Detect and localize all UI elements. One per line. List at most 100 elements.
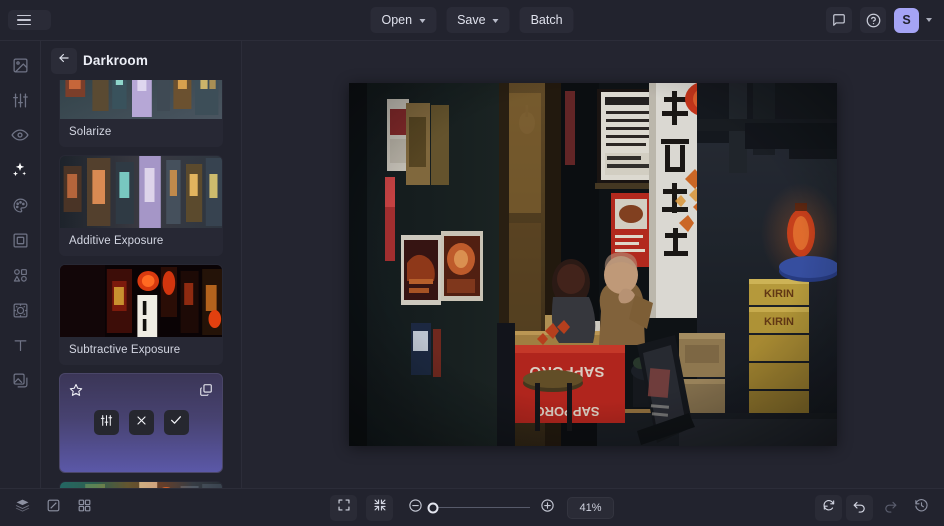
- fit-screen-button[interactable]: [330, 495, 357, 521]
- redo-button[interactable]: [877, 495, 904, 521]
- tool-rail: [0, 41, 41, 526]
- preset-list[interactable]: Solarize: [41, 80, 241, 526]
- history-controls: [815, 495, 935, 521]
- compare-button[interactable]: [40, 495, 67, 521]
- zoom-out-button[interactable]: [402, 495, 429, 521]
- svg-text:SAPPORO: SAPPORO: [529, 363, 604, 380]
- zoom-in-icon: [540, 498, 555, 518]
- preset-settings-button[interactable]: [94, 410, 119, 435]
- close-x-icon: [135, 414, 148, 432]
- preset-thumbnail: [60, 80, 222, 119]
- batch-button[interactable]: Batch: [520, 7, 574, 33]
- sidebar-item-vignette[interactable]: [3, 296, 37, 329]
- sidebar-item-color[interactable]: [3, 191, 37, 224]
- frame-icon: [12, 232, 29, 254]
- check-icon: [169, 413, 183, 432]
- star-icon[interactable]: [69, 383, 83, 402]
- page-title: Darkroom: [83, 53, 148, 68]
- bottom-toolbar: 41%: [0, 488, 944, 526]
- preset-label: Additive Exposure: [60, 228, 222, 255]
- sidebar-item-image[interactable]: [3, 51, 37, 84]
- back-button[interactable]: [51, 48, 77, 74]
- comment-button[interactable]: [826, 7, 852, 33]
- zoom-out-icon: [408, 498, 423, 518]
- collapse-screen-icon: [373, 498, 387, 517]
- preset-action-row: [60, 410, 222, 435]
- save-button[interactable]: Save: [446, 7, 510, 33]
- redo-icon: [883, 498, 898, 518]
- app-menu-button[interactable]: [8, 10, 51, 31]
- compare-icon: [46, 498, 61, 518]
- vignette-icon: [12, 302, 29, 324]
- list-item[interactable]: Solarize: [59, 80, 223, 147]
- preset-label: Subtractive Exposure: [60, 337, 222, 364]
- sidebar-item-adjust[interactable]: [3, 86, 37, 119]
- open-label: Open: [381, 13, 412, 27]
- list-item[interactable]: Subtractive Exposure: [59, 264, 223, 365]
- actual-size-button[interactable]: [366, 495, 393, 521]
- sidebar-item-frame[interactable]: [3, 226, 37, 259]
- open-button[interactable]: Open: [370, 7, 436, 33]
- history-button[interactable]: [908, 495, 935, 521]
- arrow-left-icon: [57, 51, 71, 70]
- zoom-slider-track[interactable]: [433, 507, 530, 509]
- photo-editor-app: Open Save Batch: [0, 0, 944, 526]
- preset-cancel-button[interactable]: [129, 410, 154, 435]
- undo-button[interactable]: [846, 495, 873, 521]
- active-preset-card[interactable]: [59, 373, 223, 473]
- zoom-slider-handle[interactable]: [428, 502, 439, 513]
- reset-button[interactable]: [815, 495, 842, 521]
- sliders-icon: [100, 414, 113, 432]
- duplicate-icon[interactable]: [199, 383, 213, 402]
- layers-overlay-icon: [12, 372, 29, 394]
- preset-panel-header: Darkroom: [41, 41, 241, 80]
- sidebar-item-overlay[interactable]: [3, 366, 37, 399]
- save-label: Save: [457, 13, 486, 27]
- help-button[interactable]: [860, 7, 886, 33]
- main-body: Darkroom: [0, 41, 944, 526]
- sidebar-item-shapes[interactable]: [3, 261, 37, 294]
- shapes-icon: [12, 267, 29, 289]
- sidebar-item-preview[interactable]: [3, 121, 37, 154]
- preset-thumbnail: [60, 156, 222, 228]
- preset-apply-button[interactable]: [164, 410, 189, 435]
- svg-text:KIRIN: KIRIN: [764, 316, 794, 328]
- sparkles-icon: [11, 161, 29, 184]
- adjust-sliders-icon: [12, 92, 29, 114]
- eye-icon: [11, 126, 29, 149]
- help-circle-icon: [866, 13, 881, 28]
- palette-icon: [12, 197, 29, 219]
- grid-button[interactable]: [71, 495, 98, 521]
- chevron-down-icon: [493, 19, 499, 23]
- bottom-left-tools: [9, 495, 98, 521]
- sidebar-item-effects[interactable]: [3, 156, 37, 189]
- avatar[interactable]: S: [894, 8, 919, 33]
- chevron-down-icon: [419, 19, 425, 23]
- reset-icon: [822, 498, 836, 517]
- preset-panel: Darkroom: [41, 41, 242, 526]
- file-actions-group: Open Save Batch: [370, 7, 573, 33]
- history-icon: [914, 498, 929, 518]
- image-icon: [12, 57, 29, 79]
- hamburger-icon: [17, 15, 31, 26]
- grid-icon: [77, 498, 92, 518]
- layers-icon: [15, 498, 30, 518]
- fit-screen-icon: [337, 498, 351, 517]
- text-icon: [12, 337, 29, 359]
- list-item[interactable]: Additive Exposure: [59, 155, 223, 256]
- layers-button[interactable]: [9, 495, 36, 521]
- svg-text:SAPPORO: SAPPORO: [534, 404, 599, 419]
- preset-label: Solarize: [60, 119, 222, 146]
- batch-label: Batch: [531, 13, 563, 27]
- sidebar-item-text[interactable]: [3, 331, 37, 364]
- chevron-down-icon[interactable]: [926, 18, 932, 22]
- zoom-slider[interactable]: 41%: [402, 495, 614, 521]
- zoom-level-value[interactable]: 41%: [567, 497, 614, 519]
- svg-text:KIRIN: KIRIN: [764, 288, 794, 300]
- comment-icon: [832, 13, 846, 27]
- top-toolbar: Open Save Batch: [0, 0, 944, 41]
- photo-canvas[interactable]: KIRIN KIRIN: [349, 83, 837, 446]
- canvas-area[interactable]: KIRIN KIRIN: [242, 41, 944, 526]
- zoom-in-button[interactable]: [534, 495, 561, 521]
- account-actions-group: S: [826, 7, 936, 33]
